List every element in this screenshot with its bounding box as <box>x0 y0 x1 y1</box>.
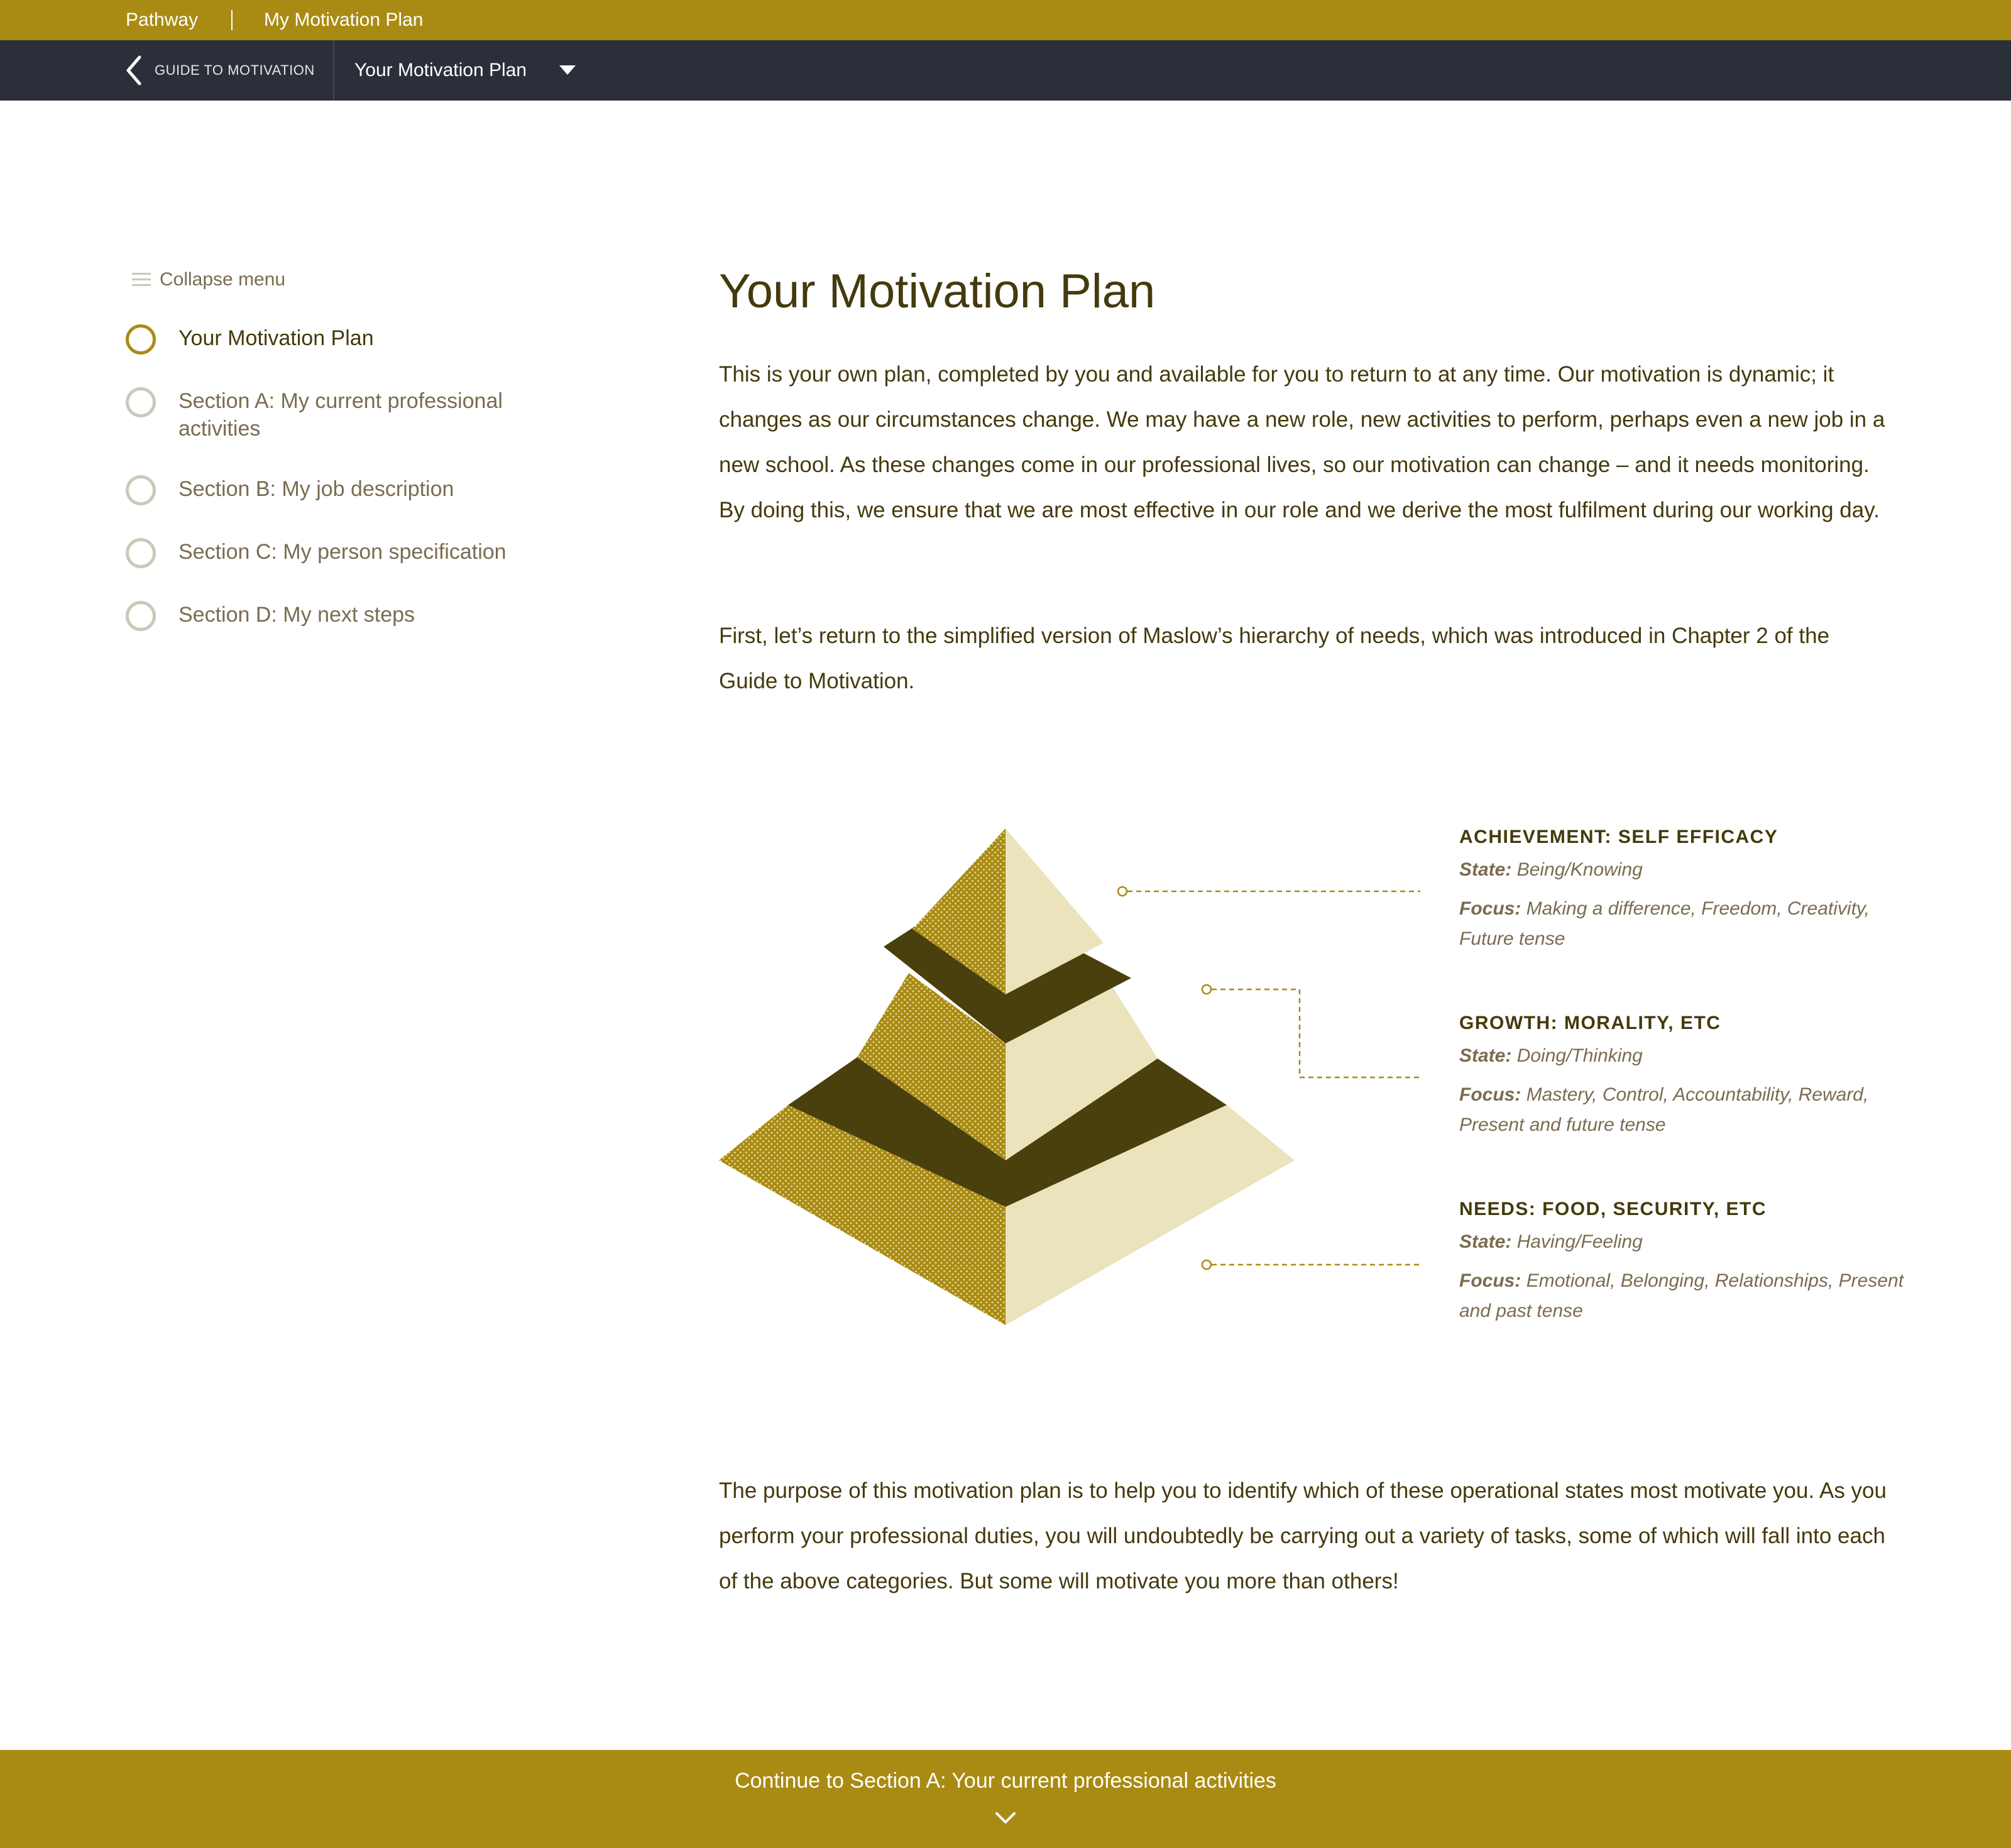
hamburger-icon <box>132 273 151 286</box>
maslow-intro-paragraph: First, let’s return to the simplified ve… <box>719 624 1830 693</box>
focus-value: Emotional, Belonging, Relationships, Pre… <box>1459 1270 1904 1321</box>
breadcrumb-current: My Motivation Plan <box>264 9 424 30</box>
sidebar-item-section-c[interactable]: Section C: My person specification <box>123 536 601 571</box>
nav-divider <box>333 40 334 101</box>
focus-label: Focus: <box>1459 1084 1521 1105</box>
level-focus: Focus: Mastery, Control, Accountability,… <box>1459 1080 1912 1140</box>
sidebar-item-label: Section C: My person specification <box>178 540 507 564</box>
sidebar-item-label: Your Motivation Plan <box>178 326 374 350</box>
pyramid-illustration <box>719 828 1420 1325</box>
progress-ring-icon <box>126 475 156 505</box>
sidebar-item-section-a[interactable]: Section A: My current professional activ… <box>123 385 601 443</box>
breadcrumb-pathway-link[interactable]: Pathway <box>126 9 198 31</box>
level-state: State: Having/Feeling <box>1459 1227 1912 1257</box>
chevron-down-icon <box>995 1812 1016 1823</box>
state-label: State: <box>1459 1045 1512 1066</box>
state-label: State: <box>1459 859 1512 880</box>
level-heading: GROWTH: MORALITY, ETC <box>1459 1013 1721 1033</box>
chevron-left-icon <box>126 55 141 85</box>
sidebar-item-section-d[interactable]: Section D: My next steps <box>123 598 601 634</box>
progress-ring-icon <box>126 601 156 631</box>
sidebar-item-label: Section B: My job description <box>178 477 454 501</box>
level-needs: NEEDS: FOOD, SECURITY, ETC State: Having… <box>1459 1197 1912 1326</box>
progress-ring-icon <box>126 324 156 355</box>
level-heading: NEEDS: FOOD, SECURITY, ETC <box>1459 1199 1767 1219</box>
progress-ring-icon <box>126 538 156 568</box>
sidebar-item-label: Section A: My current professional activ… <box>178 389 503 441</box>
purpose-paragraph: The purpose of this motivation plan is t… <box>719 1478 1887 1593</box>
state-value: Being/Knowing <box>1516 859 1643 880</box>
level-growth: GROWTH: MORALITY, ETC State: Doing/Think… <box>1459 1011 1912 1140</box>
focus-label: Focus: <box>1459 898 1521 919</box>
intro-paragraph: This is your own plan, completed by you … <box>719 362 1885 522</box>
level-achievement: ACHIEVEMENT: SELF EFFICACY State: Being/… <box>1459 825 1912 954</box>
back-button-label: GUIDE TO MOTIVATION <box>155 62 315 78</box>
level-state: State: Being/Knowing <box>1459 855 1912 885</box>
collapse-menu-button[interactable]: Collapse menu <box>131 269 285 290</box>
continue-button-label: Continue to Section A: Your current prof… <box>735 1769 1276 1793</box>
back-to-guide-button[interactable]: GUIDE TO MOTIVATION <box>123 53 331 88</box>
sidebar-item-your-motivation-plan[interactable]: Your Motivation Plan <box>123 322 601 357</box>
state-value: Having/Feeling <box>1516 1231 1643 1252</box>
caret-down-icon <box>559 65 576 75</box>
continue-section-button[interactable]: Continue to Section A: Your current prof… <box>0 1750 2011 1848</box>
state-value: Doing/Thinking <box>1516 1045 1643 1066</box>
level-focus: Focus: Making a difference, Freedom, Cre… <box>1459 894 1912 954</box>
breadcrumb-separator <box>231 10 233 30</box>
level-heading: ACHIEVEMENT: SELF EFFICACY <box>1459 827 1778 847</box>
focus-value: Mastery, Control, Accountability, Reward… <box>1459 1084 1869 1135</box>
progress-ring-icon <box>126 387 156 417</box>
connector-bottom <box>1201 1259 1420 1270</box>
navigation-bar: GUIDE TO MOTIVATION Your Motivation Plan <box>0 40 2011 101</box>
page-title: Your Motivation Plan <box>719 265 1156 318</box>
sidebar-item-label: Section D: My next steps <box>178 603 415 627</box>
maslow-pyramid-diagram: ACHIEVEMENT: SELF EFFICACY State: Being/… <box>716 817 1910 1339</box>
connector-top <box>1117 886 1420 897</box>
connector-middle <box>1201 984 1420 1079</box>
section-dropdown[interactable]: Your Motivation Plan <box>354 40 576 101</box>
section-dropdown-label: Your Motivation Plan <box>354 60 527 80</box>
level-state: State: Doing/Thinking <box>1459 1041 1912 1071</box>
level-focus: Focus: Emotional, Belonging, Relationshi… <box>1459 1266 1912 1326</box>
focus-label: Focus: <box>1459 1270 1521 1291</box>
sidebar-item-section-b[interactable]: Section B: My job description <box>123 473 601 508</box>
focus-value: Making a difference, Freedom, Creativity… <box>1459 898 1870 949</box>
top-breadcrumb-bar: Pathway My Motivation Plan <box>0 0 2011 40</box>
collapse-menu-label: Collapse menu <box>160 269 286 290</box>
state-label: State: <box>1459 1231 1512 1252</box>
